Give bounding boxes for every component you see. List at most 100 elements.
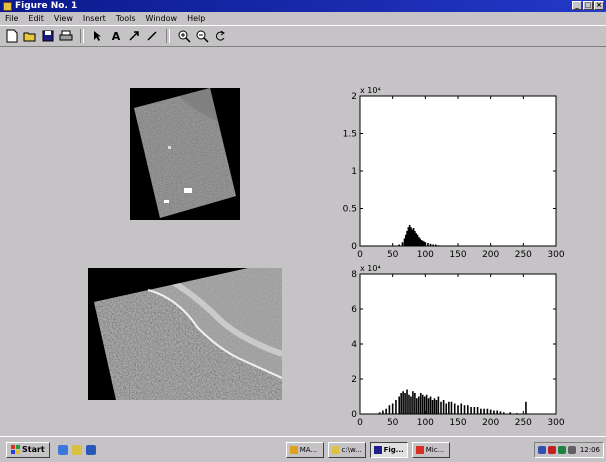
histogram-bar [486,408,489,414]
figure-icon [373,445,382,454]
task-label: Mic... [425,445,445,454]
y-tick-label: 2 [351,375,357,385]
histogram-bar [385,408,387,414]
histogram-bar [408,394,410,414]
histogram-bar [382,410,384,414]
arrow-tool-icon[interactable] [126,28,142,44]
task-explorer[interactable]: c:\w... [327,441,366,458]
line-tool-icon[interactable] [144,28,160,44]
histogram-bar [442,400,445,414]
histogram-bar [496,410,498,414]
histogram-bar [435,400,438,414]
internet-explorer-icon[interactable] [57,444,68,455]
histogram-bar [467,405,469,414]
y-tick-label: 6 [351,305,357,315]
histogram-bar [418,396,420,414]
network-icon[interactable] [537,445,546,454]
histogram-bar [388,405,391,414]
open-file-icon[interactable] [22,28,38,44]
histogram-bar [516,413,518,414]
histogram-bar [421,394,424,414]
histogram-bar [427,243,429,246]
select-arrow-icon[interactable] [90,28,106,44]
task-word[interactable]: Mic... [411,441,450,458]
histogram-bar [419,393,422,414]
minimize-button[interactable]: _ [572,1,582,10]
histogram-bar [414,393,416,414]
x-tick-label: 250 [515,250,532,260]
axis-exponent-label: x 10⁴ [360,264,381,273]
zoom-out-icon[interactable] [194,28,210,44]
x-tick-label: 250 [515,418,532,428]
windows-logo-icon [11,445,20,454]
zoom-in-icon[interactable] [176,28,192,44]
y-tick-label: 0.5 [343,205,357,215]
y-tick-label: 1 [351,167,357,177]
text-tool-icon[interactable]: A [108,28,124,44]
menu-tools[interactable]: Tools [111,14,141,23]
save-icon[interactable] [40,28,56,44]
histogram-bar [398,244,400,246]
y-tick-label: 0 [351,410,357,420]
histogram-bar [429,243,432,246]
histogram-top: x 10⁴ 0 50 100 150 200 250 300 0 0.5 1 1.5 2 [343,86,565,260]
task-matlab[interactable]: MA... [285,441,324,458]
menu-window[interactable]: Window [141,14,183,23]
menu-bar: File Edit View Insert Tools Window Help [0,12,606,25]
maximize-button[interactable]: □ [583,1,593,10]
histogram-bar [445,403,448,414]
histogram-bar [473,407,476,414]
histogram-bar [460,403,463,414]
clock: 12:06 [579,445,600,454]
toolbar-separator [166,29,170,43]
histogram-bar [448,401,450,414]
menu-edit[interactable]: Edit [23,14,49,23]
desktop-icon[interactable] [85,444,96,455]
x-tick-label: 300 [547,418,564,428]
axis-exponent-label: x 10⁴ [360,86,381,95]
new-file-icon[interactable] [4,28,20,44]
messenger-icon[interactable] [557,445,566,454]
y-tick-label: 1.5 [343,130,357,140]
histogram-bar [499,411,502,414]
close-button[interactable]: × [594,1,604,10]
histogram-bar [400,393,402,414]
histogram-bar [431,400,434,414]
volume-icon[interactable] [567,445,576,454]
histogram-bar [489,409,492,414]
rotate-3d-icon[interactable] [212,28,228,44]
histogram-bar [450,401,453,414]
x-tick-label: 300 [547,250,564,260]
folder-icon [331,445,340,454]
task-label: Fig... [383,445,404,454]
plot-area [359,95,557,247]
histogram-bar [440,401,442,414]
histogram-bar [391,403,394,414]
histogram-bar [525,401,527,414]
task-label: c:\w... [341,445,362,454]
menu-file[interactable]: File [0,14,23,23]
menu-help[interactable]: Help [182,14,210,23]
menu-insert[interactable]: Insert [78,14,111,23]
y-tick-label: 8 [351,270,357,280]
menu-view[interactable]: View [49,14,78,23]
antivirus-icon[interactable] [547,445,556,454]
histogram-bar [427,398,430,414]
histogram-bar [412,391,414,414]
start-button[interactable]: Start [6,441,50,458]
title-bar: Figure No. 1 _ □ × [0,0,606,12]
histogram-bar [434,244,437,246]
print-icon[interactable] [58,28,74,44]
outlook-icon[interactable] [71,444,82,455]
histogram-bar [480,408,482,414]
x-tick-label: 100 [417,418,434,428]
y-tick-label: 0 [351,242,357,252]
x-tick-label: 200 [482,418,499,428]
x-tick-label: 50 [387,250,399,260]
task-figure[interactable]: Fig... [369,441,408,458]
x-tick-label: 200 [482,250,499,260]
x-tick-label: 0 [357,250,363,260]
histogram-bar [423,396,426,414]
x-tick-label: 150 [449,250,466,260]
histogram-bottom: x 10⁴ 0 50 100 150 200 250 300 0 2 4 6 8 [351,264,565,428]
